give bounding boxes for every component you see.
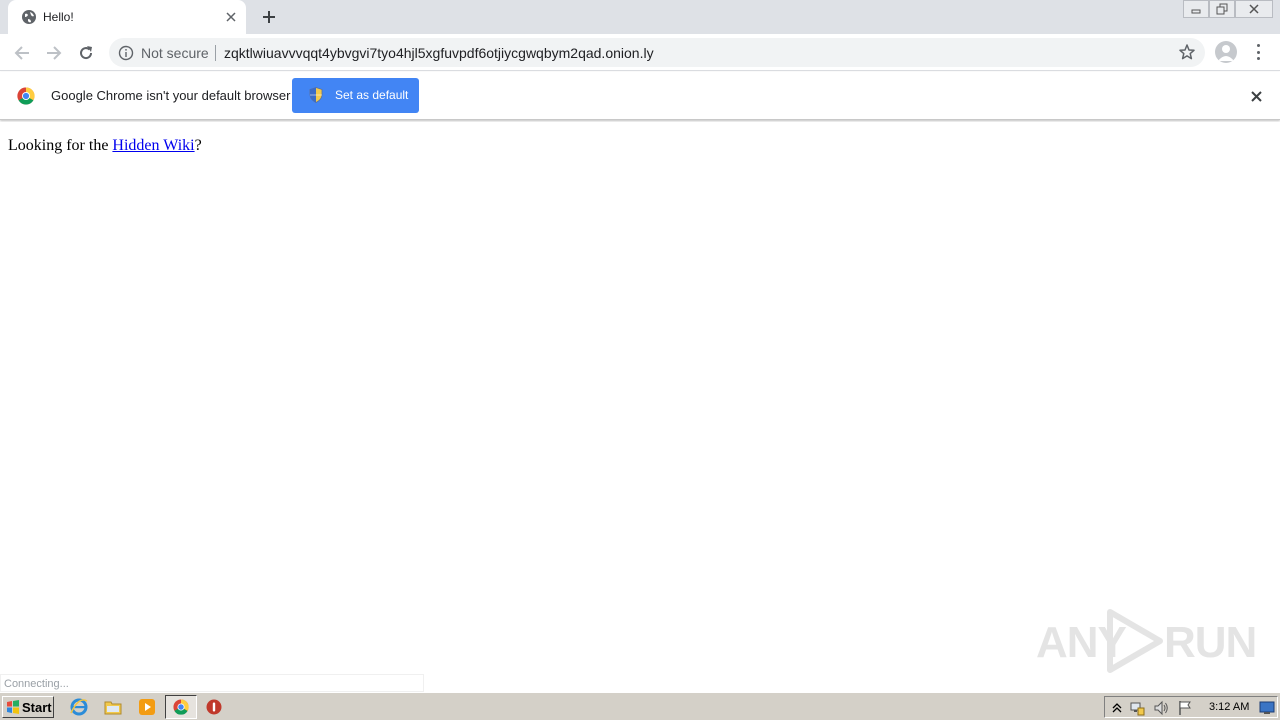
tab-title: Hello! [43,10,74,24]
restore-icon [1216,3,1228,15]
text-before-link: Looking for the [8,137,113,154]
chrome-logo-icon [17,87,35,105]
taskbar-clock: 3:12 AM [1209,701,1250,713]
set-as-default-button[interactable]: Set as default [292,78,419,113]
set-as-default-label: Set as default [335,88,409,102]
forward-button[interactable] [42,41,66,65]
tab-close-icon[interactable] [222,8,240,26]
globe-icon [22,10,36,24]
minimize-icon [1191,9,1201,14]
play-logo-icon [1107,609,1163,673]
url-text[interactable]: zqktlwiuavvvqqt4ybvgvi7tyo4hjl5xgfuvpdf6… [224,45,654,61]
start-label: Start [22,700,52,715]
hidden-wiki-link[interactable]: Hidden Wiki [112,137,194,154]
close-icon [1249,4,1259,14]
infobar-close-icon[interactable] [1247,87,1265,105]
show-hidden-icons-icon[interactable] [1109,700,1125,716]
taskbar: Start 3:12 AM [0,692,1280,720]
window-close-button[interactable] [1235,0,1273,18]
browser-tab[interactable]: Hello! [8,0,246,34]
star-icon[interactable] [1178,43,1196,61]
windows-flag-icon [7,700,19,714]
text-after-link: ? [194,137,202,154]
ie-icon[interactable] [69,697,89,717]
explorer-icon[interactable] [103,697,123,717]
arrow-right-icon [47,46,62,60]
chrome-icon[interactable] [165,695,197,719]
reload-button[interactable] [74,41,98,65]
arrow-left-icon [14,46,29,60]
watermark-right-text: RUN [1164,618,1257,667]
browser-toolbar: Not secure zqktlwiuavvvqqt4ybvgvi7tyo4hj… [0,34,1280,71]
omnibox-separator [215,45,216,61]
show-desktop-icon[interactable] [1259,700,1275,716]
infobar-message: Google Chrome isn't your default browser [51,88,291,103]
info-icon[interactable] [118,45,134,61]
media-player-icon[interactable] [137,697,157,717]
volume-icon[interactable] [1153,700,1169,716]
network-icon[interactable] [1129,700,1145,716]
status-bubble: Connecting... [0,674,424,692]
new-tab-button[interactable] [259,7,279,27]
action-center-flag-icon[interactable] [1177,700,1193,716]
restore-button[interactable] [1209,0,1235,18]
reload-icon [80,46,93,60]
system-tray: 3:12 AM [1104,696,1278,718]
start-button[interactable]: Start [2,696,54,718]
plus-icon [263,11,275,23]
minimize-button[interactable] [1183,0,1209,18]
anyrun-watermark: ANY RUN [1036,606,1257,676]
back-button[interactable] [10,41,34,65]
address-bar[interactable]: Not secure zqktlwiuavvvqqt4ybvgvi7tyo4hj… [109,38,1205,67]
tab-strip: Hello! [0,0,1280,34]
page-text: Looking for the Hidden Wiki? [8,137,202,155]
stop-icon[interactable] [204,697,224,717]
security-label[interactable]: Not secure [141,45,209,61]
default-browser-infobar: Google Chrome isn't your default browser… [0,72,1280,120]
avatar-icon[interactable] [1215,41,1237,63]
kebab-menu-icon[interactable] [1250,42,1266,62]
shield-icon [309,87,323,103]
